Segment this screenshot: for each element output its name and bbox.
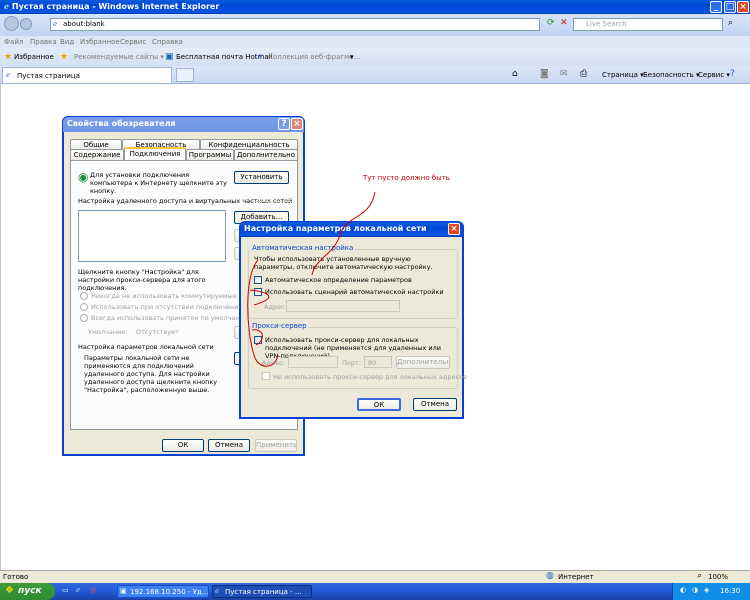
- annotation-drawing: [247, 191, 376, 367]
- menu-help[interactable]: Справка: [152, 38, 183, 46]
- home-icon[interactable]: ⌂: [512, 69, 518, 79]
- ie-task-icon: ℯ: [215, 587, 220, 595]
- internet-options-title: Свойства обозревателя: [67, 119, 176, 128]
- taskbar-item-remote[interactable]: ▣ 192.168.10.250 - Уд...: [117, 585, 209, 598]
- windows-logo-icon: ❖: [5, 585, 14, 596]
- radio-always-dial[interactable]: [80, 314, 88, 322]
- page-icon: ℯ: [53, 20, 58, 28]
- remote-icon: ▣: [120, 587, 127, 595]
- address-url: about:blank: [63, 20, 105, 28]
- menu-view[interactable]: Вид: [60, 38, 74, 46]
- taskbar-item-ie-label: Пустая страница - ...: [225, 588, 302, 596]
- maximize-button[interactable]: □: [724, 1, 736, 13]
- tab-connections[interactable]: Подключения: [124, 147, 186, 160]
- favorites-button[interactable]: Избранное: [14, 53, 54, 61]
- settings-hint: Щелкните кнопку "Настройка" для настройк…: [78, 268, 206, 292]
- lan-cancel-button[interactable]: Отмена: [413, 398, 457, 411]
- inet-help-button[interactable]: ?: [278, 118, 290, 130]
- taskbar-item-remote-label: 192.168.10.250 - Уд...: [130, 588, 209, 596]
- search-icon[interactable]: ⌕: [728, 18, 733, 28]
- tab-page-icon: ℯ: [6, 71, 11, 79]
- tray-volume-icon[interactable]: ◈: [704, 586, 709, 594]
- help-icon[interactable]: ?: [730, 69, 735, 79]
- setup-text: Для установки подключения компьютера к И…: [90, 171, 228, 195]
- ie-logo-icon: ℯ: [4, 2, 10, 11]
- search-placeholder: Live Search: [586, 20, 627, 28]
- dialup-connections-list[interactable]: [78, 210, 226, 262]
- hotmail-icon: ▣: [165, 52, 174, 62]
- tools-menu[interactable]: Сервис ▾: [698, 71, 730, 79]
- status-text: Готово: [3, 573, 29, 581]
- quicklaunch-desktop-icon[interactable]: ▭: [62, 586, 69, 594]
- taskbar-item-ie[interactable]: ℯ Пустая страница - ...: [212, 585, 312, 598]
- tab-advanced[interactable]: Дополнительно: [234, 149, 298, 160]
- print-icon[interactable]: ⎙: [580, 69, 587, 79]
- quicklaunch-opera-icon[interactable]: ◎: [90, 586, 96, 594]
- chevron-down-icon[interactable]: ▾: [350, 53, 354, 61]
- internet-zone-icon: ◍: [546, 571, 554, 581]
- radio-never-dial[interactable]: [80, 292, 88, 300]
- tab-label: Пустая страница: [17, 72, 80, 80]
- address-bar[interactable]: ℯ about:blank: [50, 18, 540, 31]
- webslice-gallery-link[interactable]: Коллекция веб-фрагме...: [268, 53, 360, 61]
- menu-edit[interactable]: Правка: [30, 38, 57, 46]
- forward-button[interactable]: [20, 18, 32, 30]
- inet-apply-button[interactable]: Применить: [255, 439, 297, 452]
- refresh-icon[interactable]: ⟳: [547, 18, 555, 28]
- new-tab-button[interactable]: [176, 68, 194, 82]
- radio-dial-when-absent[interactable]: [80, 303, 88, 311]
- tab-content[interactable]: Содержание: [70, 149, 124, 160]
- internet-options-title-bar: Свойства обозревателя: [63, 117, 304, 132]
- globe-icon: ◉: [78, 170, 89, 184]
- inet-close-button[interactable]: ×: [291, 118, 303, 130]
- start-button[interactable]: ❖ пуск: [0, 583, 55, 600]
- tab-programs[interactable]: Программы: [186, 149, 234, 160]
- lan-settings-label: Настройка параметров локальной сети: [78, 343, 214, 351]
- zoom-level[interactable]: 100%: [708, 573, 728, 581]
- webslice-icon: ℯ: [258, 52, 263, 60]
- lan-ok-button[interactable]: ОК: [357, 398, 401, 411]
- zoom-icon[interactable]: ⌕: [697, 571, 702, 581]
- back-button[interactable]: [4, 16, 19, 31]
- minimize-button[interactable]: _: [710, 1, 722, 13]
- mail-icon[interactable]: ✉: [560, 69, 568, 79]
- tray-icon-1[interactable]: ◐: [680, 586, 686, 594]
- search-input[interactable]: Live Search: [573, 18, 723, 31]
- default-connection-value: Отсутствует: [136, 328, 179, 336]
- stop-icon[interactable]: ✕: [560, 18, 568, 28]
- tray-icon-2[interactable]: ◑: [692, 586, 698, 594]
- taskbar: [0, 583, 750, 600]
- menu-tools[interactable]: Сервис: [120, 38, 146, 46]
- ie-title-bar: ℯ Пустая страница - Windows Internet Exp…: [0, 0, 750, 14]
- page-menu[interactable]: Страница ▾: [602, 71, 644, 79]
- default-connection-label: Умолчание:: [88, 328, 128, 336]
- lan-settings-text: Параметры локальной сети не применяются …: [84, 354, 218, 394]
- suggested-sites-link[interactable]: Рекомендуемые сайты ▾: [74, 53, 164, 61]
- close-button[interactable]: ×: [737, 1, 749, 13]
- status-bar: [0, 570, 750, 583]
- lan-close-button[interactable]: ×: [448, 223, 460, 235]
- menu-file[interactable]: Файл: [4, 38, 23, 46]
- feeds-icon[interactable]: ◙: [540, 69, 549, 79]
- tray-clock: 16:30: [720, 587, 741, 595]
- quicklaunch-ie-icon[interactable]: ℯ: [76, 586, 80, 594]
- add-favorite-icon[interactable]: ★: [60, 52, 68, 62]
- tab-blank-page[interactable]: ℯ Пустая страница: [2, 67, 172, 83]
- window-title: Пустая страница - Windows Internet Explo…: [11, 2, 220, 11]
- internet-zone-label: Интернет: [558, 573, 594, 581]
- inet-cancel-button[interactable]: Отмена: [208, 439, 250, 452]
- start-label: пуск: [18, 586, 42, 596]
- menu-favorites[interactable]: Избранное: [80, 38, 120, 46]
- inet-ok-button[interactable]: ОК: [162, 439, 204, 452]
- safety-menu[interactable]: Безопасность ▾: [643, 71, 699, 79]
- favorites-star-icon: ★: [4, 52, 13, 62]
